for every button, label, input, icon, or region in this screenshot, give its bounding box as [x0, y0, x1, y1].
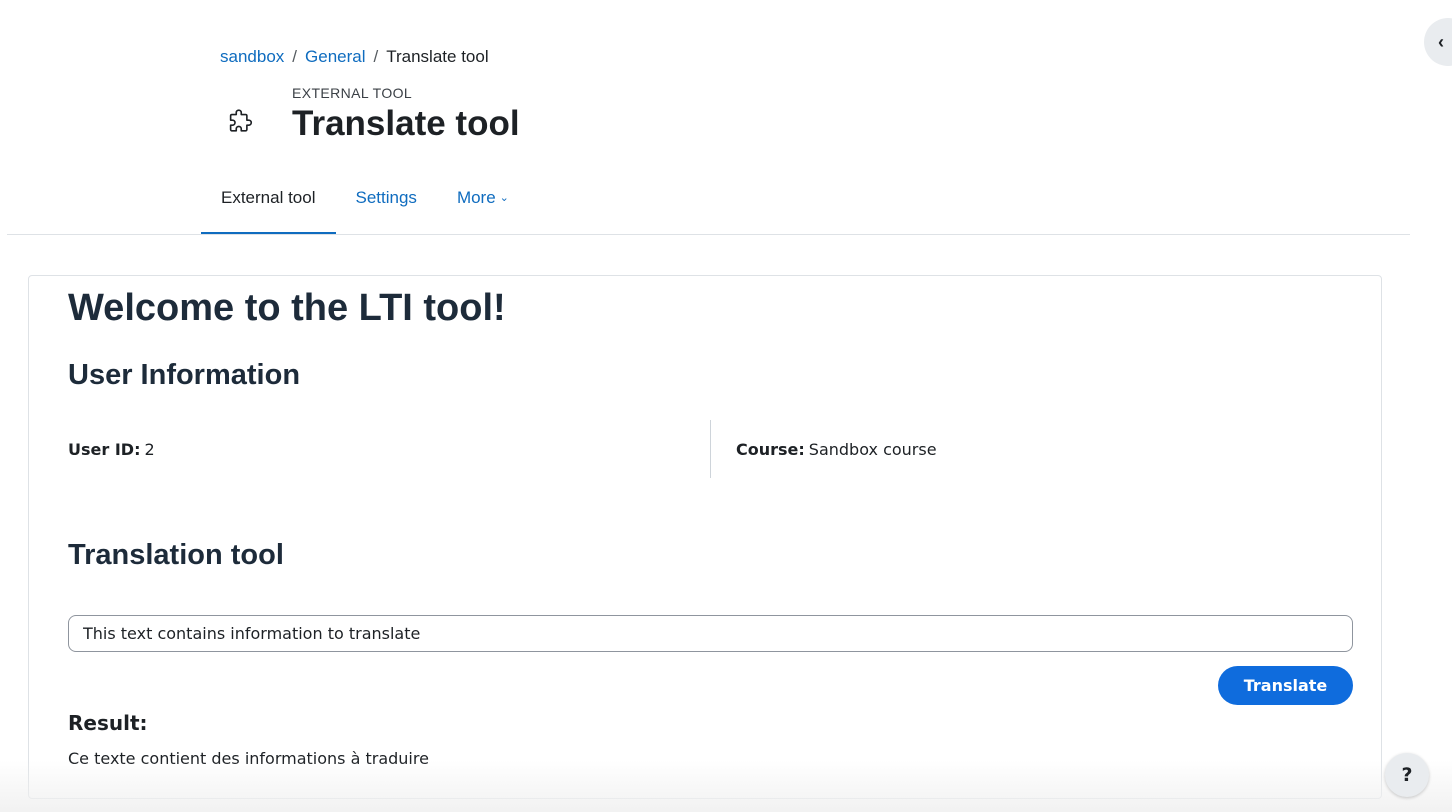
chevron-down-icon: ⌄ — [499, 192, 509, 204]
course-value: Sandbox course — [808, 439, 937, 459]
drawer-toggle-button[interactable]: ‹ — [1424, 18, 1452, 66]
chevron-left-icon: ‹ — [1438, 31, 1444, 52]
breadcrumb-separator: / — [373, 47, 379, 66]
breadcrumb-item-current: Translate tool — [386, 47, 489, 66]
breadcrumb-item-general[interactable]: General — [305, 46, 365, 68]
course-label: Course: — [736, 439, 805, 459]
tab-more[interactable]: More ⌄ — [437, 172, 529, 235]
breadcrumb-item-sandbox[interactable]: sandbox — [220, 46, 284, 68]
course-cell: Course: Sandbox course — [710, 420, 937, 478]
page-header: EXTERNAL TOOL Translate tool — [220, 84, 520, 146]
breadcrumb-separator: / — [292, 47, 298, 66]
page-subtitle: EXTERNAL TOOL — [292, 85, 413, 101]
welcome-heading: Welcome to the LTI tool! — [68, 287, 506, 329]
tab-label: More — [456, 188, 496, 207]
translation-tool-heading: Translation tool — [68, 539, 284, 571]
user-id-label: User ID: — [68, 439, 141, 459]
user-information-heading: User Information — [68, 359, 301, 391]
header-text: EXTERNAL TOOL Translate tool — [292, 84, 520, 146]
breadcrumb: sandbox / General / Translate tool — [220, 46, 489, 68]
tab-settings[interactable]: Settings — [336, 172, 437, 235]
help-button[interactable]: ? — [1385, 753, 1429, 797]
puzzle-piece-icon — [220, 102, 260, 142]
secondary-navigation: External tool Settings More ⌄ — [201, 172, 529, 235]
lti-content-frame: Welcome to the LTI tool! User Informatio… — [28, 275, 1382, 799]
translate-button[interactable]: Translate — [1218, 666, 1353, 705]
result-label: Result: — [68, 711, 148, 735]
user-id-cell: User ID: 2 — [68, 420, 155, 478]
user-id-value: 2 — [144, 439, 155, 459]
page-title: Translate tool — [292, 104, 520, 143]
tab-label: Settings — [355, 188, 417, 207]
tab-external-tool[interactable]: External tool — [201, 172, 336, 235]
tab-label: External tool — [221, 188, 316, 207]
user-info-row: User ID: 2 Course: Sandbox course — [68, 420, 1353, 478]
result-text: Ce texte contient des informations à tra… — [68, 749, 429, 768]
translate-input[interactable] — [68, 615, 1353, 652]
nav-divider — [7, 234, 1410, 235]
